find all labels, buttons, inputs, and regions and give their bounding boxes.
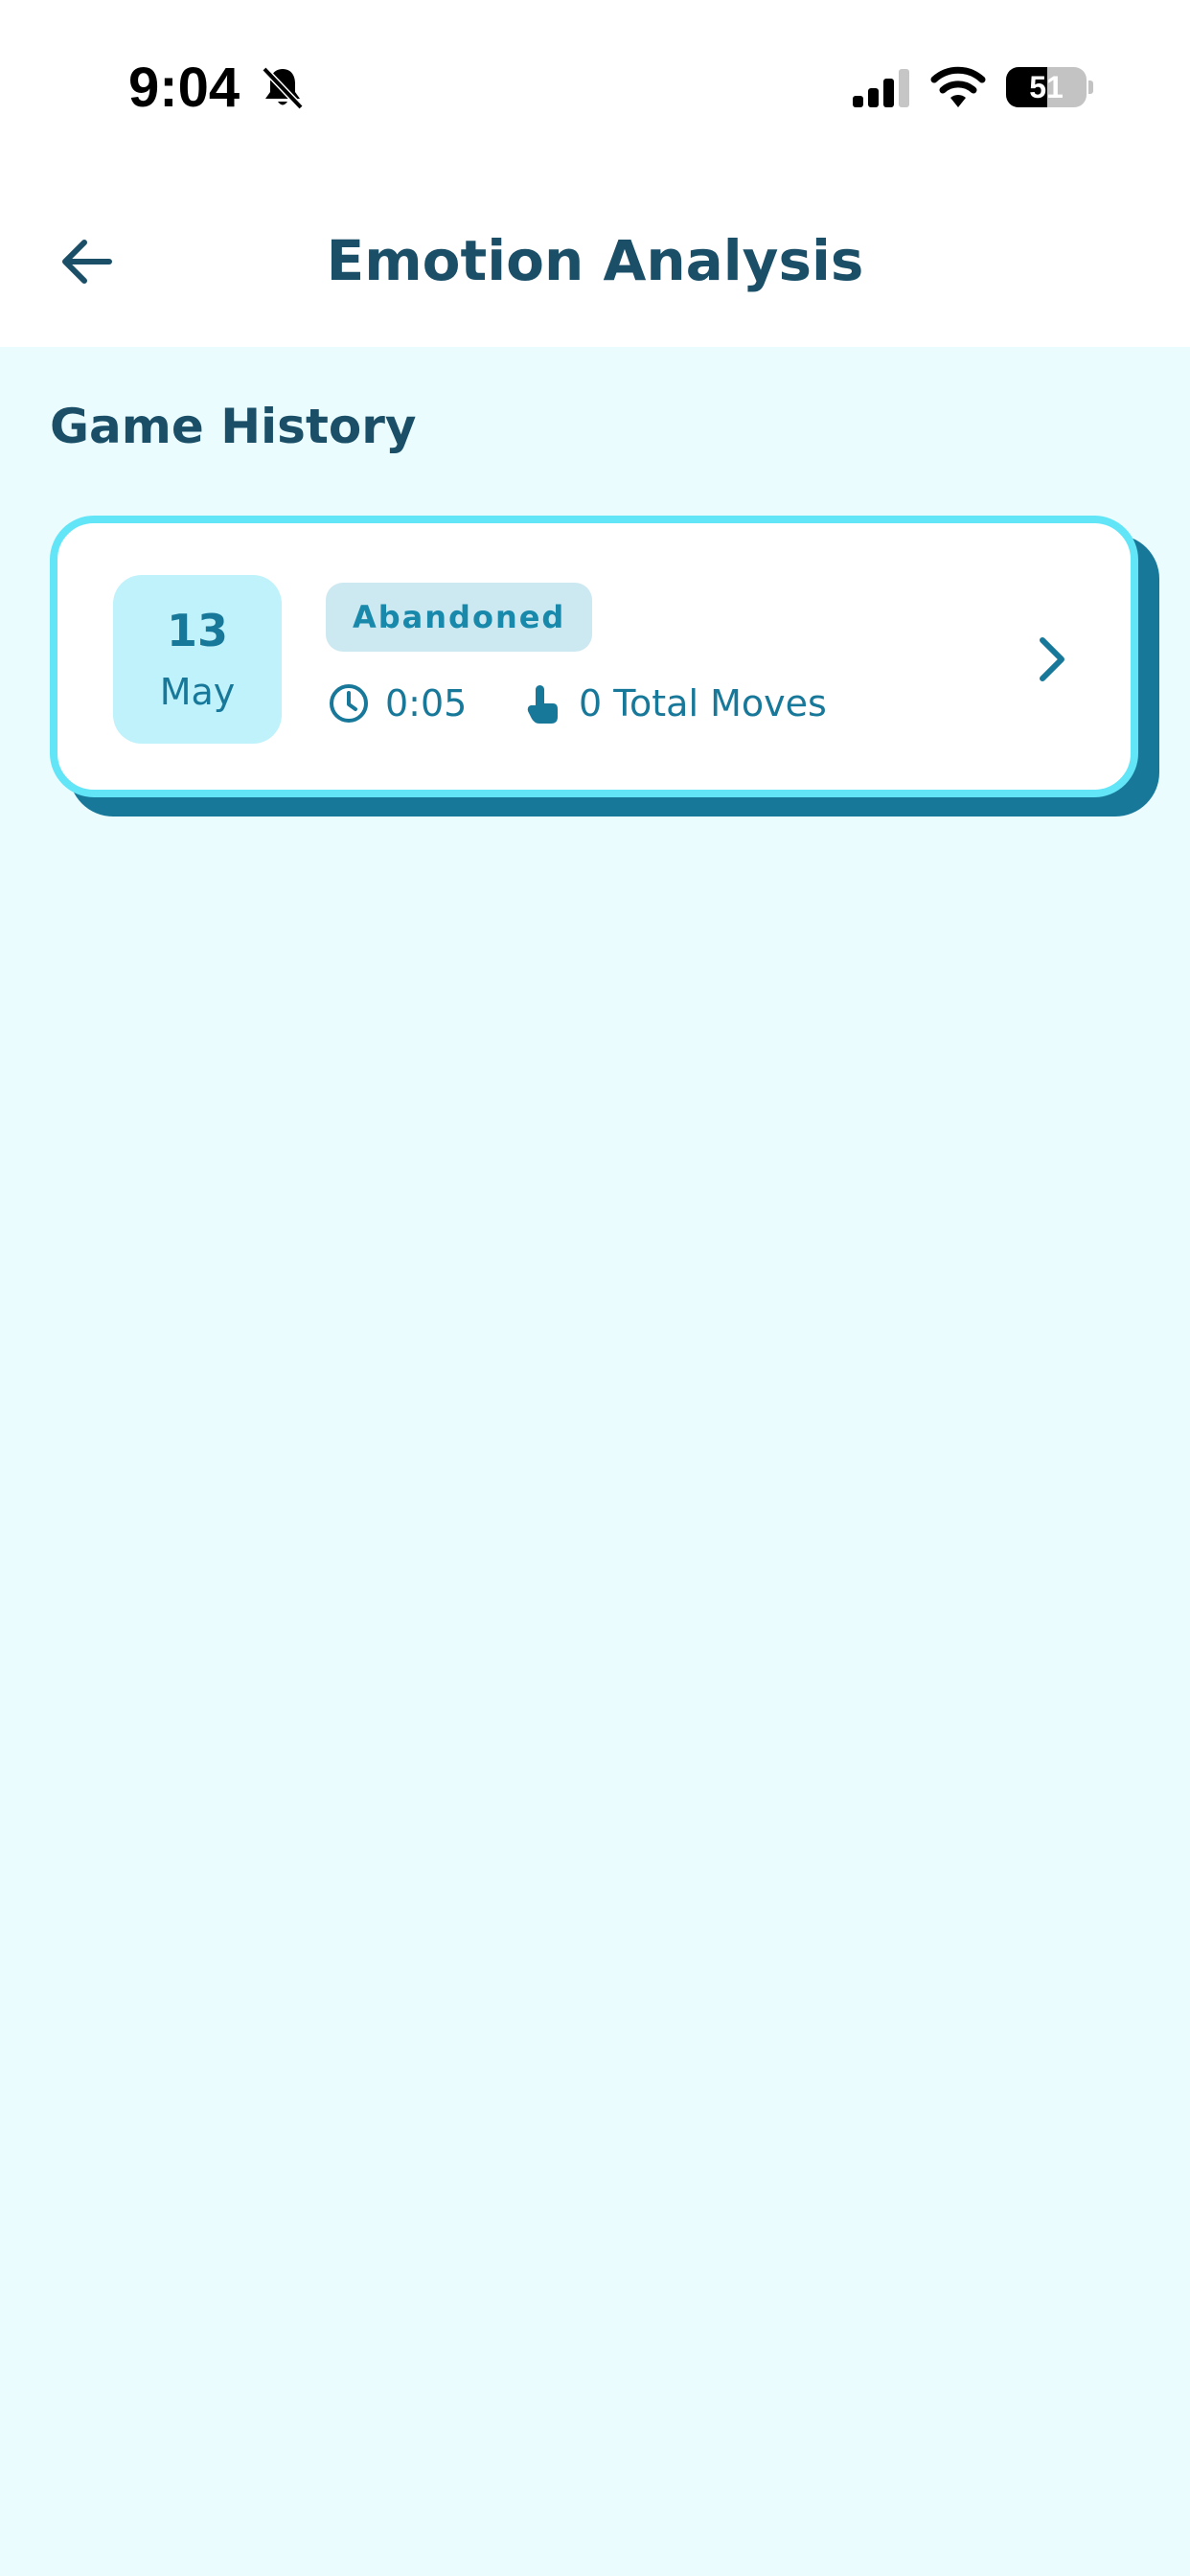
- date-day: 13: [166, 605, 228, 656]
- status-badge: Abandoned: [326, 583, 593, 652]
- status-time: 9:04: [128, 57, 240, 119]
- date-month: May: [159, 671, 236, 713]
- battery-nub: [1088, 80, 1093, 94]
- back-button[interactable]: [46, 226, 126, 297]
- section-title: Game History: [50, 399, 417, 454]
- cellular-signal-icon: [853, 69, 909, 107]
- page-title: Emotion Analysis: [326, 228, 864, 293]
- duration-info: 0:05: [328, 677, 467, 730]
- game-history-card[interactable]: 13 May Abandoned 0:05 0 Total Moves: [50, 516, 1138, 797]
- date-tile: 13 May: [113, 575, 282, 744]
- clock-icon: [330, 684, 368, 723]
- chevron-right-icon[interactable]: [1025, 629, 1079, 690]
- duration-text: 0:05: [385, 682, 468, 724]
- moves-info: 0 Total Moves: [521, 677, 827, 730]
- wifi-icon: [930, 66, 986, 107]
- moves-text: 0 Total Moves: [579, 682, 827, 724]
- battery-icon: 51: [1006, 67, 1087, 107]
- bell-slash-icon: [262, 66, 304, 110]
- top-bar: 9:04 51 Emotion Analysis: [0, 0, 1190, 347]
- battery-level: 51: [1029, 70, 1064, 104]
- arrow-left-icon: [62, 240, 112, 284]
- tap-hand-icon: [527, 685, 558, 724]
